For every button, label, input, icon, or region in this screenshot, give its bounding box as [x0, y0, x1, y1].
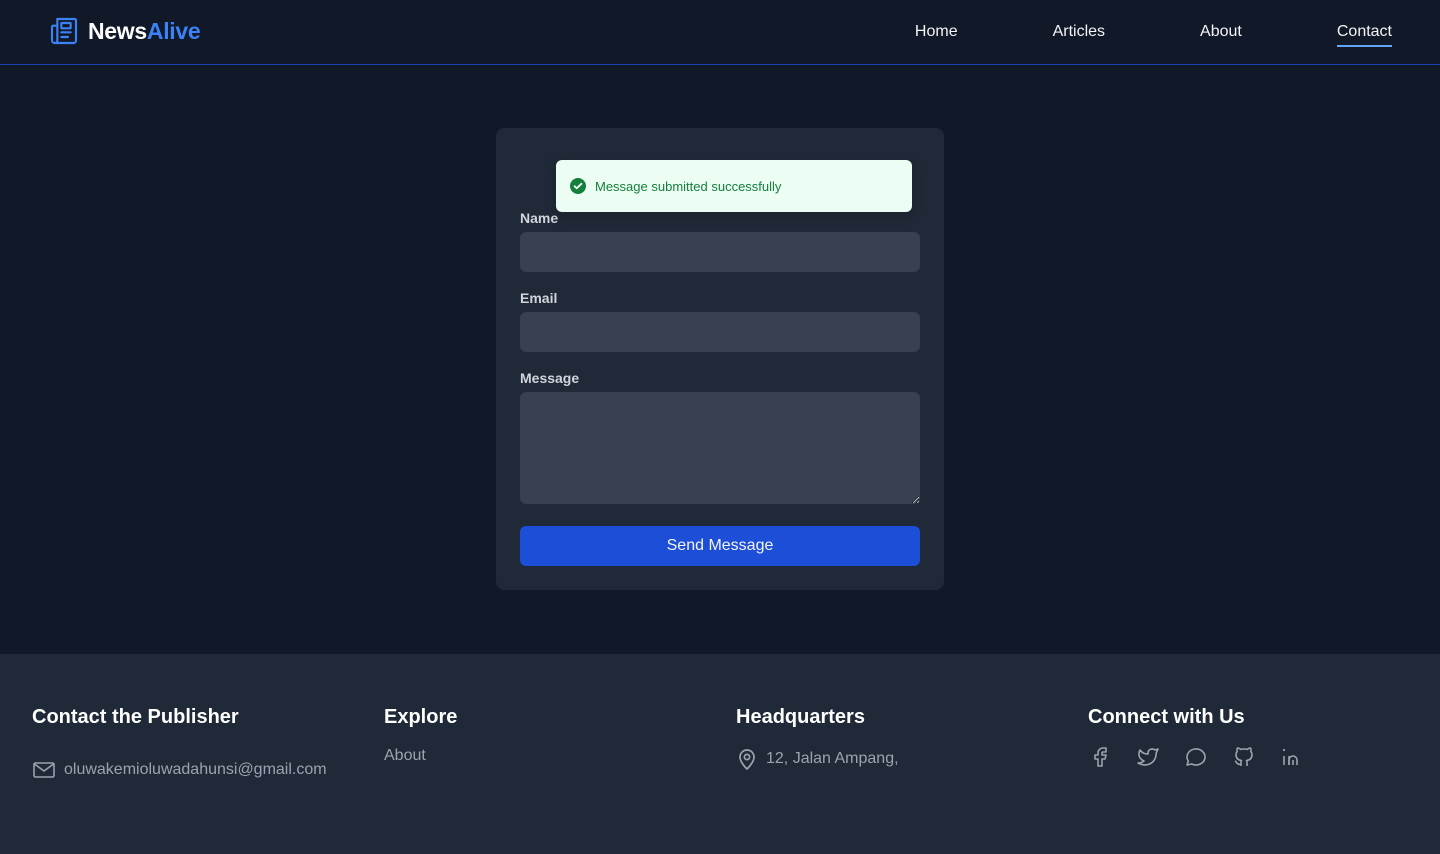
facebook-icon[interactable] [1088, 745, 1112, 769]
footer-explore-row: About [384, 747, 724, 765]
name-input[interactable] [520, 232, 920, 272]
logo-text-news: News [88, 17, 147, 44]
footer-contact-title: Contact the Publisher [32, 706, 239, 728]
success-toast: Message submitted successfully [556, 160, 912, 212]
footer-email-row: oluwakemioluwadahunsi@gmail.com [32, 758, 372, 782]
site-header: NewsAlive Home Articles About Contact [0, 0, 1440, 65]
chat-icon[interactable] [1184, 745, 1208, 769]
linkedin-icon[interactable] [1280, 745, 1304, 769]
footer-explore-title: Explore [384, 706, 458, 728]
toast-message: Message submitted successfully [595, 178, 782, 194]
footer-address-row: 12, Jalan Ampang, [736, 747, 1076, 771]
footer-headquarters-title: Headquarters [736, 706, 865, 728]
send-message-button[interactable]: Send Message [520, 526, 920, 566]
site-footer: Contact the Publisher oluwakemioluwadahu… [0, 654, 1440, 854]
nav-articles[interactable]: Articles [1053, 22, 1105, 47]
footer-connect-section: Connect with Us [1088, 706, 1428, 769]
footer-connect-title: Connect with Us [1088, 706, 1245, 728]
mail-icon [33, 762, 55, 778]
footer-link-about[interactable]: About [384, 747, 426, 765]
logo-text: NewsAlive [88, 17, 201, 45]
map-pin-icon [739, 749, 755, 771]
footer-email-link[interactable]: oluwakemioluwadahunsi@gmail.com [64, 761, 327, 779]
footer-explore-section: Explore About [384, 706, 724, 765]
github-icon[interactable] [1232, 745, 1256, 769]
contact-form-card: Message submitted successfully Name Emai… [496, 128, 944, 590]
logo[interactable]: NewsAlive [48, 15, 201, 47]
message-textarea[interactable] [520, 392, 920, 504]
logo-text-alive: Alive [146, 17, 201, 44]
social-links [1088, 745, 1428, 769]
email-label: Email [520, 290, 558, 306]
newspaper-icon [50, 17, 78, 45]
nav-home[interactable]: Home [915, 22, 958, 47]
footer-address-line1: 12, Jalan Ampang, [766, 750, 899, 767]
footer-contact-section: Contact the Publisher oluwakemioluwadahu… [32, 706, 372, 782]
check-circle-icon [570, 178, 586, 194]
twitter-icon[interactable] [1136, 745, 1160, 769]
footer-headquarters-section: Headquarters 12, Jalan Ampang, [736, 706, 1076, 771]
name-label: Name [520, 210, 559, 226]
nav-contact[interactable]: Contact [1336, 22, 1392, 47]
main-nav: Home Articles About Contact [915, 22, 1392, 47]
message-label: Message [520, 370, 580, 386]
nav-about[interactable]: About [1200, 22, 1242, 47]
email-input[interactable] [520, 312, 920, 352]
